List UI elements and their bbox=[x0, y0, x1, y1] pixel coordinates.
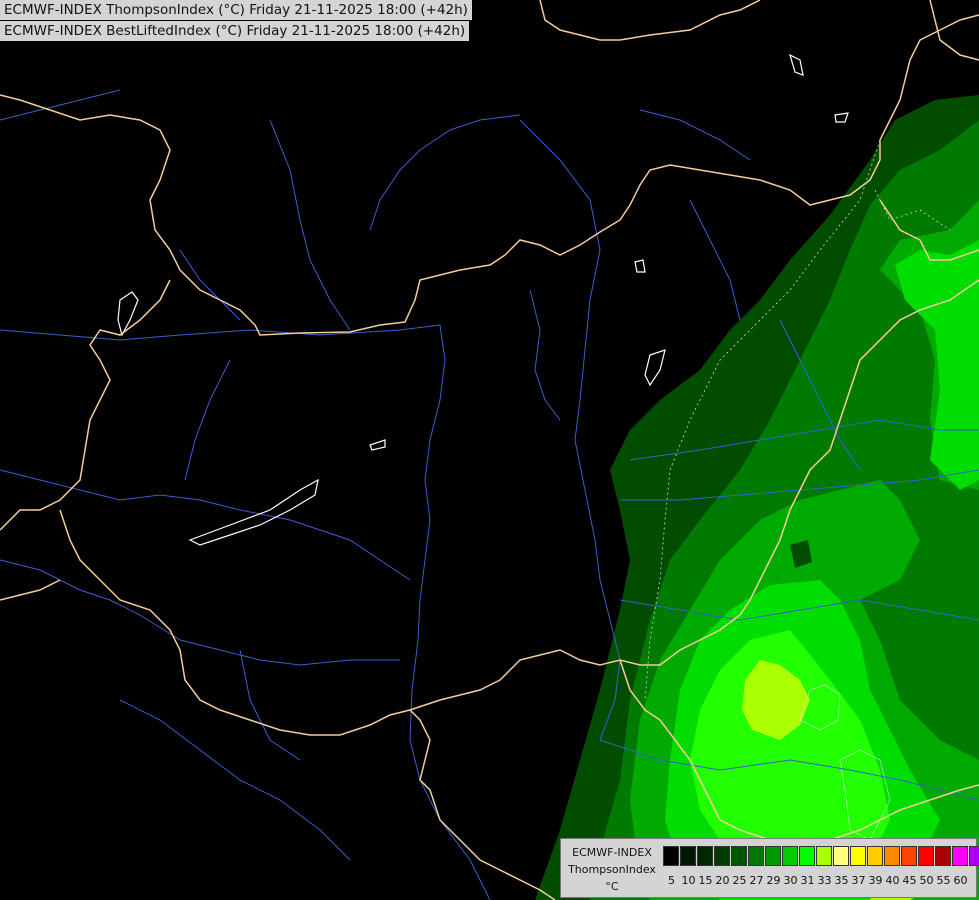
legend-index-label: ThompsonIndex bbox=[568, 863, 656, 876]
legend-tick-label: 37 bbox=[851, 874, 866, 887]
legend-swatch bbox=[867, 846, 883, 866]
forecast-map bbox=[0, 0, 979, 900]
legend-tick-label: 39 bbox=[868, 874, 883, 887]
legend-swatch bbox=[833, 846, 849, 866]
legend-swatch bbox=[935, 846, 951, 866]
legend-tick-label: 30 bbox=[783, 874, 798, 887]
legend-swatch bbox=[748, 846, 764, 866]
legend-tick-label: 25 bbox=[732, 874, 747, 887]
legend-swatch bbox=[969, 846, 979, 866]
legend-tick-label: 50 bbox=[919, 874, 934, 887]
legend-tick-label: 35 bbox=[834, 874, 849, 887]
legend-swatch bbox=[731, 846, 747, 866]
legend-tick-label: 5 bbox=[668, 874, 675, 887]
legend-tick-label: 27 bbox=[749, 874, 764, 887]
legend-unit-label: °C bbox=[605, 880, 619, 893]
legend-tick-label: 40 bbox=[885, 874, 900, 887]
legend-tick-label: 20 bbox=[715, 874, 730, 887]
legend-model-label: ECMWF-INDEX bbox=[572, 846, 652, 859]
legend-swatch bbox=[952, 846, 968, 866]
map-title-best-lifted-index: ECMWF-INDEX BestLiftedIndex (°C) Friday … bbox=[0, 21, 470, 41]
color-legend: ECMWF-INDEX ThompsonIndex °C 5 10 15 20 25 27… bbox=[560, 838, 979, 898]
legend-swatch bbox=[850, 846, 866, 866]
legend-tick-label: 60 bbox=[953, 874, 968, 887]
legend-tick-label: 55 bbox=[936, 874, 951, 887]
legend-swatch bbox=[765, 846, 781, 866]
legend-swatch bbox=[799, 846, 815, 866]
legend-swatches bbox=[663, 846, 979, 866]
legend-swatch bbox=[680, 846, 696, 866]
legend-ticks: 5 10 15 20 25 27 29 30 31 33 35 37 39 40 45 50 55 60 bbox=[663, 874, 969, 887]
legend-swatch bbox=[714, 846, 730, 866]
legend-tick-label: 33 bbox=[817, 874, 832, 887]
legend-swatch bbox=[884, 846, 900, 866]
legend-tick-label: 31 bbox=[800, 874, 815, 887]
legend-tick-label: 45 bbox=[902, 874, 917, 887]
legend-tick-label: 29 bbox=[766, 874, 781, 887]
legend-tick-label: 10 bbox=[681, 874, 696, 887]
map-title-thompson-index: ECMWF-INDEX ThompsonIndex (°C) Friday 21… bbox=[0, 0, 472, 20]
legend-swatch bbox=[697, 846, 713, 866]
legend-swatch bbox=[782, 846, 798, 866]
legend-swatch bbox=[918, 846, 934, 866]
legend-tick-label: 15 bbox=[698, 874, 713, 887]
legend-swatch bbox=[901, 846, 917, 866]
legend-swatch bbox=[663, 846, 679, 866]
legend-swatch bbox=[816, 846, 832, 866]
